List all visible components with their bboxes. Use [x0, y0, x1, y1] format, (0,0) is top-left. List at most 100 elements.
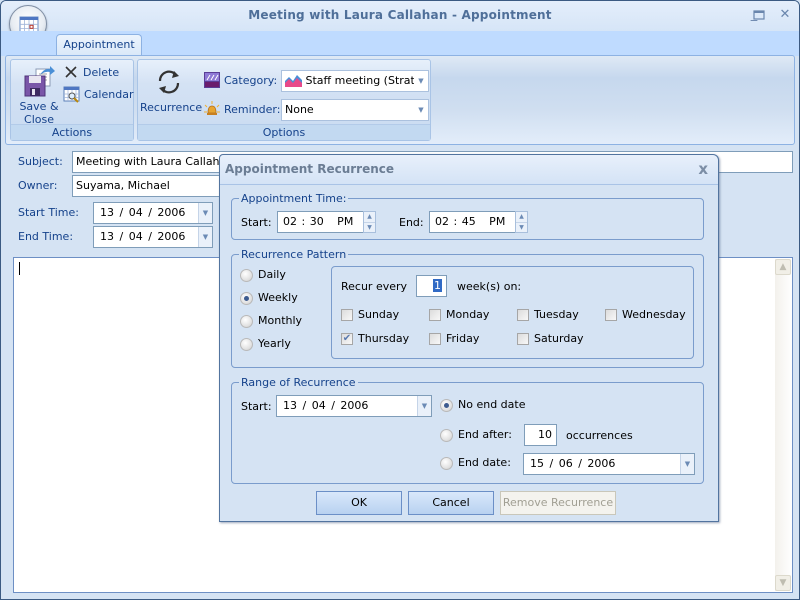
spin-up-icon[interactable]: ▲ — [364, 212, 375, 222]
radio-monthly[interactable] — [240, 315, 253, 328]
subject-label: Subject: — [18, 155, 63, 168]
save-close-button[interactable]: Save & Close — [15, 66, 63, 126]
end-after-label[interactable]: End after: — [458, 428, 512, 441]
recur-every-input[interactable]: 1 — [416, 275, 447, 297]
checkbox-friday[interactable] — [429, 333, 441, 345]
title-bar: Meeting with Laura Callahan - Appointmen… — [1, 1, 799, 31]
ribbon-tabstrip: Appointment — [1, 31, 799, 57]
delete-button[interactable]: Delete — [63, 62, 119, 82]
chevron-down-icon: ▼ — [779, 578, 787, 588]
checkbox-thursday[interactable]: ✔ — [341, 333, 353, 345]
calendar-label: Calendar — [84, 87, 134, 101]
monday-label[interactable]: Monday — [446, 308, 489, 321]
reminder-dropdown[interactable]: None ▼ — [281, 99, 429, 121]
checkbox-sunday[interactable] — [341, 309, 353, 321]
end-date-value: 15 / 06 / 2006 — [530, 457, 616, 470]
recurrence-button[interactable]: Recurrence — [140, 68, 202, 114]
weekly-label[interactable]: Weekly — [258, 291, 298, 304]
end-time-picker[interactable]: 13 / 04 / 2006 ▼ — [93, 226, 213, 248]
checkbox-wednesday[interactable] — [605, 309, 617, 321]
apt-end-time-input[interactable]: 02 : 45 PM — [429, 211, 516, 233]
end-date-picker[interactable]: 15 / 06 / 2006 ▼ — [523, 453, 695, 475]
end-date-label[interactable]: End date: — [458, 456, 511, 469]
apt-end-time-spinner[interactable]: ▲ ▼ — [515, 211, 528, 233]
owner-label: Owner: — [18, 179, 58, 192]
daily-label[interactable]: Daily — [258, 268, 286, 281]
range-start-date-picker[interactable]: 13 / 04 / 2006 ▼ — [276, 395, 432, 417]
radio-end-date[interactable] — [440, 457, 453, 470]
owner-input[interactable]: Suyama, Michael — [72, 175, 232, 197]
reminder-value: None — [285, 103, 314, 116]
chevron-down-icon[interactable]: ▼ — [198, 203, 212, 223]
tuesday-label[interactable]: Tuesday — [534, 308, 579, 321]
category-dropdown[interactable]: Staff meeting (Strategie ▼ — [281, 70, 429, 92]
friday-label[interactable]: Friday — [446, 332, 479, 345]
maximize-button[interactable] — [750, 7, 768, 23]
chevron-down-icon[interactable]: ▼ — [680, 454, 694, 474]
apt-start-time-spinner[interactable]: ▲ ▼ — [363, 211, 376, 233]
thursday-label[interactable]: Thursday — [358, 332, 409, 345]
ribbon: Save & Close Delete Calendar Actions Rec… — [5, 55, 795, 145]
remove-recurrence-button[interactable]: Remove Recurrence — [500, 491, 616, 515]
start-time-label: Start Time: — [18, 206, 79, 219]
start-time-value: 13 / 04 / 2006 — [100, 206, 186, 219]
calendar-search-icon — [63, 86, 80, 103]
chevron-down-icon[interactable]: ▼ — [198, 227, 212, 247]
apt-start-time-value: 02 : 30 PM — [283, 215, 354, 228]
close-button[interactable]: ✕ — [776, 7, 794, 23]
sunday-label[interactable]: Sunday — [358, 308, 399, 321]
recurrence-dialog: Appointment Recurrence x Appointment Tim… — [219, 154, 719, 522]
apt-end-time-value: 02 : 45 PM — [435, 215, 506, 228]
maximize-icon — [753, 10, 765, 20]
no-end-date-label[interactable]: No end date — [458, 398, 525, 411]
chevron-down-icon[interactable]: ▼ — [417, 396, 431, 416]
category-label-group: Category: — [204, 70, 277, 90]
spin-up-icon[interactable]: ▲ — [516, 212, 527, 222]
scroll-up-button[interactable]: ▲ — [775, 259, 791, 275]
spin-down-icon[interactable]: ▼ — [364, 222, 375, 232]
range-legend: Range of Recurrence — [241, 376, 356, 389]
range-start-label: Start: — [241, 400, 272, 413]
window-title: Meeting with Laura Callahan - Appointmen… — [248, 8, 552, 22]
spin-down-icon[interactable]: ▼ — [516, 222, 527, 232]
radio-end-after[interactable] — [440, 429, 453, 442]
radio-daily[interactable] — [240, 269, 253, 282]
wednesday-label[interactable]: Wednesday — [622, 308, 686, 321]
monthly-label[interactable]: Monthly — [258, 314, 302, 327]
category-icon — [204, 72, 220, 88]
actions-group-label: Actions — [11, 124, 133, 140]
appointment-time-legend: Appointment Time: — [241, 192, 347, 205]
end-time-label: End Time: — [18, 230, 74, 243]
calendar-button[interactable]: Calendar — [63, 84, 133, 104]
text-caret — [19, 262, 20, 275]
radio-yearly[interactable] — [240, 338, 253, 351]
reminder-label-group: Reminder: — [204, 99, 280, 119]
recurrence-pattern-legend: Recurrence Pattern — [241, 248, 347, 261]
scroll-down-button[interactable]: ▼ — [775, 575, 791, 591]
saturday-label[interactable]: Saturday — [534, 332, 584, 345]
tab-appointment[interactable]: Appointment — [56, 34, 142, 57]
chevron-down-icon: ▼ — [414, 71, 428, 91]
apt-start-time-input[interactable]: 02 : 30 PM — [277, 211, 364, 233]
dialog-title: Appointment Recurrence — [225, 162, 395, 176]
checkbox-monday[interactable] — [429, 309, 441, 321]
cancel-button[interactable]: Cancel — [408, 491, 494, 515]
notes-scrollbar[interactable]: ▲ ▼ — [775, 259, 791, 591]
apt-end-label: End: — [399, 216, 424, 229]
end-after-input[interactable]: 10 — [524, 424, 557, 446]
dialog-close-button[interactable]: x — [698, 160, 708, 178]
checkbox-saturday[interactable] — [517, 333, 529, 345]
ok-button[interactable]: OK — [316, 491, 402, 515]
start-time-picker[interactable]: 13 / 04 / 2006 ▼ — [93, 202, 213, 224]
radio-weekly[interactable] — [240, 292, 253, 305]
dialog-title-bar: Appointment Recurrence x — [220, 155, 718, 185]
appointment-window: Meeting with Laura Callahan - Appointmen… — [0, 0, 800, 600]
reminder-label: Reminder: — [224, 102, 281, 116]
yearly-label[interactable]: Yearly — [258, 337, 291, 350]
recurrence-icon — [158, 70, 180, 94]
radio-no-end-date[interactable] — [440, 399, 453, 412]
category-label: Category: — [224, 73, 278, 87]
checkbox-tuesday[interactable] — [517, 309, 529, 321]
close-icon: x — [698, 160, 708, 178]
chevron-up-icon: ▲ — [779, 262, 787, 272]
